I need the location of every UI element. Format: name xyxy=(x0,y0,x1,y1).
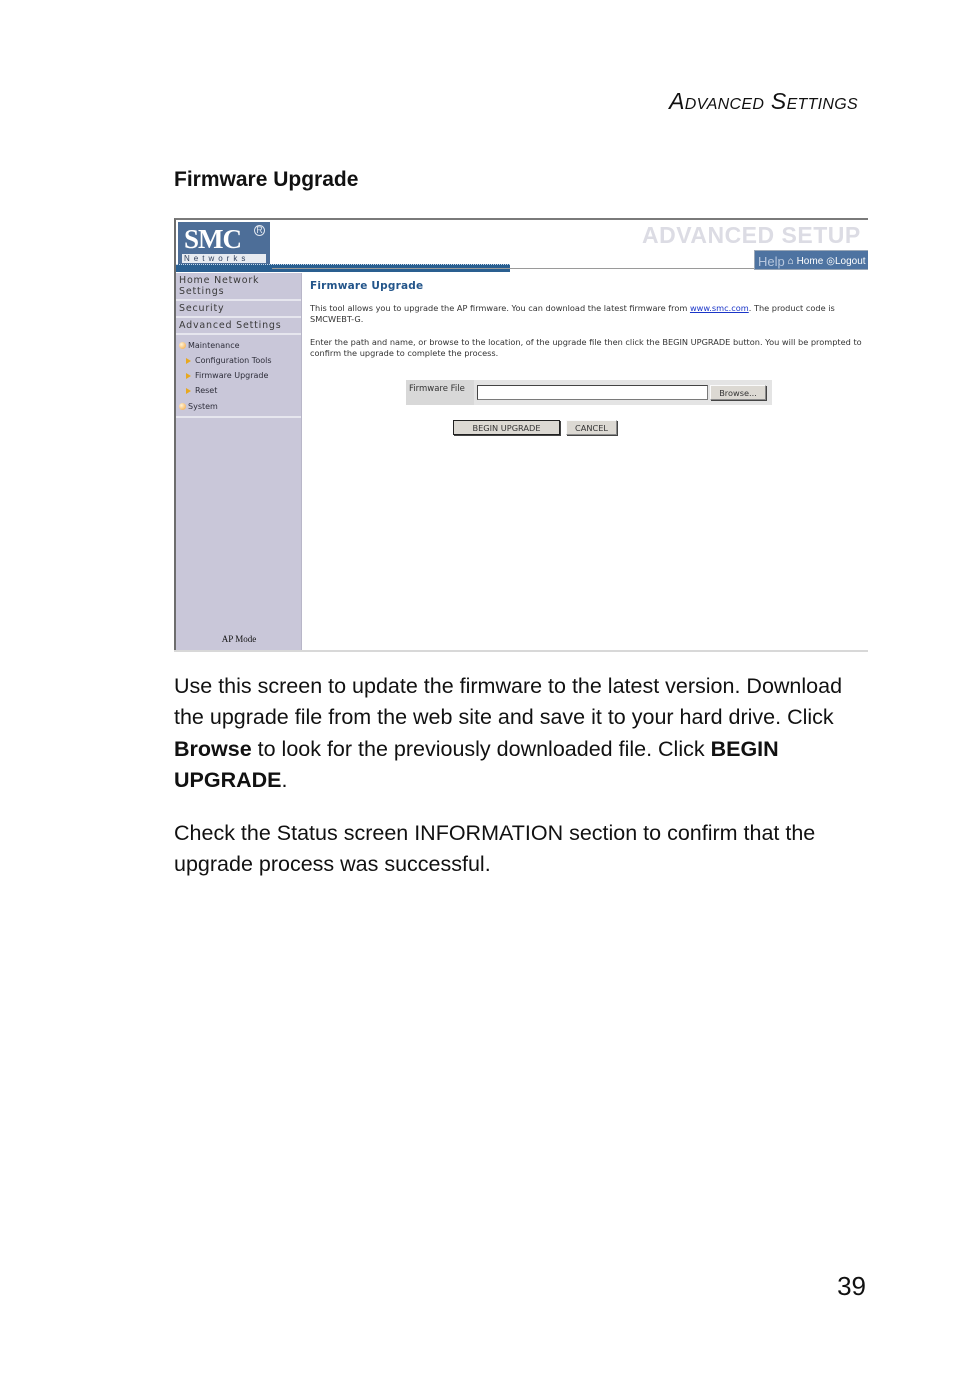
sidebar-item-configuration-tools[interactable]: Configuration Tools xyxy=(179,353,301,368)
sidebar-group-maintenance: Maintenance Configuration Tools Firmware… xyxy=(176,335,301,416)
banner-title: ADVANCED SETUP xyxy=(642,222,861,248)
arrow-right-icon xyxy=(186,387,191,394)
instructions-paragraph: Enter the path and name, or browse to th… xyxy=(310,337,862,358)
body-paragraph-1: Use this screen to update the firmware t… xyxy=(174,671,874,796)
sidebar-item-firmware-upgrade[interactable]: Firmware Upgrade xyxy=(179,368,301,383)
sidebar-item-maintenance[interactable]: Maintenance xyxy=(179,337,301,353)
body-text: to look for the previously downloaded fi… xyxy=(251,736,711,761)
smc-website-link[interactable]: www.smc.com xyxy=(690,303,749,313)
sidebar-item-advanced-settings[interactable]: Advanced Settings xyxy=(176,318,301,335)
sidebar-item-label: Configuration Tools xyxy=(195,356,272,365)
intro-text: This tool allows you to upgrade the AP f… xyxy=(310,303,690,313)
running-head: ADVANCED SETTINGS xyxy=(669,88,858,115)
section-title: Firmware Upgrade xyxy=(174,168,359,191)
bullet-icon xyxy=(179,341,186,349)
sidebar-item-home-network-settings[interactable]: Home Network Settings xyxy=(176,273,301,301)
home-icon: ⌂ xyxy=(787,256,794,267)
sidebar-item-label: Reset xyxy=(195,386,218,395)
browse-button[interactable]: Browse... xyxy=(710,385,766,400)
ap-mode-label: AP Mode xyxy=(221,634,257,644)
logout-icon: ◎ xyxy=(826,256,835,267)
screenshot-bottom-border xyxy=(174,650,868,652)
sidebar: Home Network Settings Security Advanced … xyxy=(176,273,302,652)
body-bold-browse: Browse xyxy=(174,736,252,761)
main-content: Firmware Upgrade This tool allows you to… xyxy=(310,280,866,371)
help-link[interactable]: Help xyxy=(758,254,785,269)
smc-logo: SMC R Networks xyxy=(178,222,270,264)
running-head-smallcaps: ETTINGS xyxy=(786,96,858,113)
home-link[interactable]: ⌂ Home xyxy=(788,256,824,267)
sidebar-item-label: Firmware Upgrade xyxy=(195,371,269,380)
cancel-button[interactable]: CANCEL xyxy=(566,420,617,435)
arrow-right-icon xyxy=(186,372,191,379)
body-paragraph-2: Check the Status screen INFORMATION sect… xyxy=(174,821,816,877)
running-head-cap: S xyxy=(770,88,787,114)
sidebar-item-security[interactable]: Security xyxy=(176,301,301,318)
registered-icon: R xyxy=(254,225,265,236)
sidebar-item-reset[interactable]: Reset xyxy=(179,383,301,398)
begin-upgrade-button[interactable]: BEGIN UPGRADE xyxy=(453,420,560,435)
sidebar-item-label: Maintenance xyxy=(188,340,240,350)
body-text: . xyxy=(281,767,288,792)
content-title: Firmware Upgrade xyxy=(310,280,424,292)
intro-paragraph: This tool allows you to upgrade the AP f… xyxy=(310,303,866,325)
top-links: Help ⌂ Home ◎ Logout xyxy=(754,250,868,270)
router-ui-screenshot: SMC R Networks ADVANCED SETUP Help ⌂ Hom… xyxy=(174,218,868,652)
home-link-label: Home xyxy=(796,256,824,267)
bullet-icon xyxy=(179,402,186,410)
logo-brand: SMC xyxy=(184,224,242,254)
logout-link-label: Logout xyxy=(835,256,866,267)
page-number: 39 xyxy=(837,1271,866,1301)
logo-subtitle: Networks xyxy=(182,254,266,263)
body-text: Use this screen to update the firmware t… xyxy=(174,674,843,730)
running-head-cap: A xyxy=(669,88,685,114)
firmware-file-row: Firmware File Browse... xyxy=(406,380,772,405)
running-head-smallcaps: DVANCED xyxy=(684,96,765,113)
sidebar-divider xyxy=(176,416,301,418)
logout-link[interactable]: ◎ Logout xyxy=(826,256,865,267)
sidebar-item-label: System xyxy=(188,401,218,411)
arrow-right-icon xyxy=(186,357,191,364)
sidebar-item-system[interactable]: System xyxy=(179,398,301,414)
firmware-file-label: Firmware File xyxy=(406,380,474,405)
firmware-file-input[interactable] xyxy=(477,385,708,400)
